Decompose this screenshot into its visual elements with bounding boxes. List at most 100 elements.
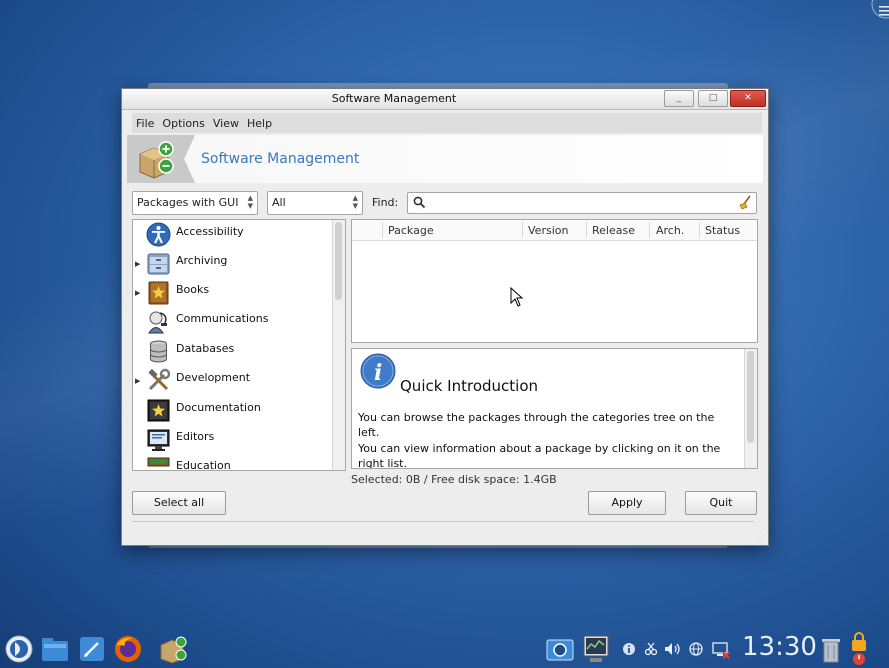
file-manager-icon[interactable] (40, 635, 70, 663)
maximize-button[interactable]: □ (698, 90, 728, 107)
power-icon[interactable] (848, 632, 870, 666)
mouse-cursor-icon (510, 287, 524, 307)
header-logo-panel (127, 135, 195, 183)
broom-icon[interactable] (738, 195, 752, 210)
header-title: Software Management (201, 151, 360, 167)
communications-icon (148, 311, 167, 334)
scrollbar-thumb[interactable] (335, 222, 342, 300)
expand-arrow-icon[interactable]: ▶ (135, 377, 140, 385)
search-icon (413, 196, 426, 209)
find-label: Find: (372, 196, 399, 209)
accessibility-icon (146, 222, 171, 247)
info-paragraph-1: You can browse the packages through the … (358, 411, 715, 439)
minimize-icon: _ (676, 93, 682, 103)
package-type-value: Packages with GUI (137, 196, 239, 209)
quit-button[interactable]: Quit (685, 491, 757, 515)
software-manager-icon[interactable] (158, 634, 188, 664)
packages-table[interactable]: Package Version Release Arch. Status (351, 219, 758, 343)
category-label: Databases (176, 342, 235, 355)
category-label: Communications (176, 312, 269, 325)
select-all-button[interactable]: Select all (132, 491, 226, 515)
category-communications[interactable]: Communications (133, 307, 331, 336)
column-arch[interactable]: Arch. (656, 224, 684, 237)
title-bar[interactable]: Software Management _ □ ✕ (122, 89, 768, 110)
package-add-remove-icon (139, 141, 174, 179)
category-label: Accessibility (176, 225, 244, 238)
volume-icon[interactable] (664, 642, 682, 656)
education-icon (147, 457, 170, 467)
category-label: Archiving (176, 254, 228, 267)
expand-arrow-icon[interactable]: ▶ (135, 260, 140, 268)
category-education[interactable]: Education (133, 454, 331, 471)
column-package[interactable]: Package (388, 224, 434, 237)
status-filter-combo[interactable]: All ▲ ▼ (267, 191, 363, 215)
menu-bar: File Options View Help (132, 113, 762, 133)
close-icon: ✕ (744, 93, 752, 103)
search-input[interactable] (430, 194, 734, 212)
table-header: Package Version Release Arch. Status (352, 220, 757, 241)
apply-button[interactable]: Apply (588, 491, 666, 515)
app-menu-icon[interactable] (4, 634, 34, 664)
svg-text:i: i (374, 360, 382, 386)
expand-arrow-icon[interactable]: ▶ (135, 289, 140, 297)
category-development[interactable]: ▶ Development (133, 366, 331, 395)
column-status[interactable]: Status (705, 224, 740, 237)
category-documentation[interactable]: Documentation (133, 396, 331, 425)
close-button[interactable]: ✕ (730, 90, 766, 107)
info-heading: Quick Introduction (400, 377, 539, 395)
categories-tree[interactable]: Accessibility ▶ Archiving ▶ Books Commun… (132, 219, 346, 471)
desktop-menu-icon[interactable] (858, 0, 889, 24)
info-scrollbar[interactable] (744, 349, 757, 468)
book-icon (148, 281, 169, 305)
category-books[interactable]: ▶ Books (133, 278, 331, 307)
category-label: Documentation (176, 401, 261, 414)
clipboard-icon[interactable] (644, 642, 658, 656)
system-monitor-icon[interactable] (582, 634, 610, 664)
menu-help[interactable]: Help (243, 113, 276, 130)
spin-arrows-icon: ▲ ▼ (352, 194, 358, 210)
trash-icon[interactable] (819, 636, 843, 664)
info-paragraph-2: You can view information about a package… (358, 442, 721, 469)
screenshot-icon[interactable] (545, 634, 575, 664)
category-label: Books (176, 283, 210, 296)
info-tray-icon[interactable] (622, 642, 636, 656)
search-box[interactable] (407, 192, 757, 214)
app-header: Software Management (127, 135, 763, 183)
category-label: Education (176, 459, 231, 471)
minimize-button[interactable]: _ (664, 90, 694, 107)
divider (132, 521, 754, 522)
clock[interactable]: 13:30 (742, 632, 817, 662)
category-label: Editors (176, 430, 215, 443)
menu-view[interactable]: View (209, 113, 243, 130)
firefox-icon[interactable] (113, 634, 143, 664)
category-label: Development (176, 371, 251, 384)
disk-status-text: Selected: 0B / Free disk space: 1.4GB (351, 473, 557, 486)
network-icon[interactable] (688, 642, 704, 656)
software-management-window: Software Management _ □ ✕ File Options Vie… (121, 88, 769, 546)
editor-icon (147, 429, 170, 451)
category-databases[interactable]: Databases (133, 337, 331, 366)
status-filter-value: All (272, 196, 286, 209)
menu-options[interactable]: Options (158, 113, 208, 130)
category-editors[interactable]: Editors (133, 425, 331, 454)
scrollbar-thumb[interactable] (747, 351, 754, 443)
archive-icon (147, 253, 170, 275)
category-accessibility[interactable]: Accessibility (133, 220, 331, 249)
category-archiving[interactable]: ▶ Archiving (133, 249, 331, 278)
menu-file[interactable]: File (132, 113, 158, 130)
window-title: Software Management (331, 92, 457, 105)
package-type-combo[interactable]: Packages with GUI ▲ ▼ (132, 191, 258, 215)
categories-scrollbar[interactable] (332, 220, 345, 470)
maximize-icon: □ (708, 93, 718, 103)
text-editor-icon[interactable] (78, 635, 106, 663)
display-icon[interactable] (711, 640, 731, 660)
development-tools-icon (148, 368, 171, 391)
info-panel: i Quick Introduction You can browse the … (351, 348, 758, 469)
column-release[interactable]: Release (592, 224, 635, 237)
resize-grip-icon[interactable]: ⋰ (758, 534, 764, 541)
spin-arrows-icon: ▲ ▼ (247, 194, 253, 210)
info-icon: i (360, 353, 396, 389)
column-version[interactable]: Version (528, 224, 568, 237)
database-icon (150, 340, 167, 363)
documentation-icon (147, 399, 170, 422)
